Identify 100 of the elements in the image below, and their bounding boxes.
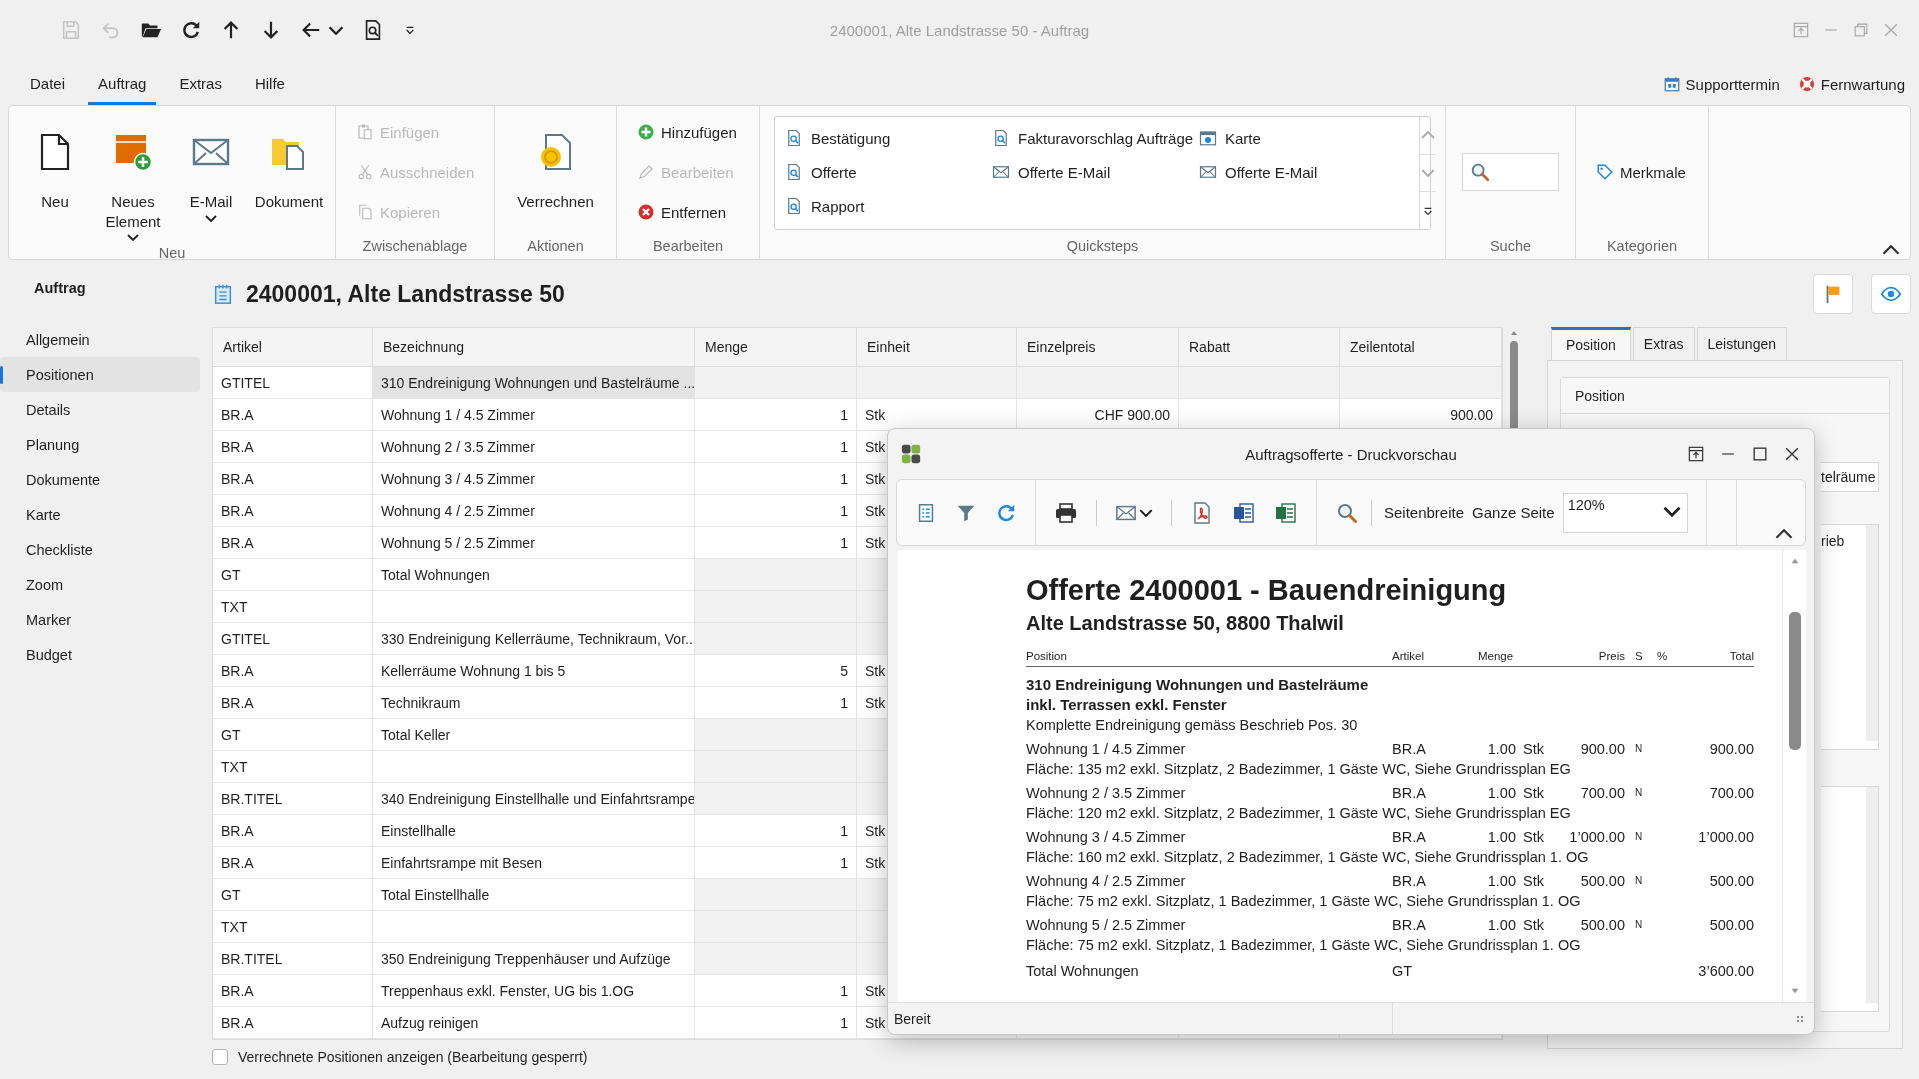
report-column-header: Position bbox=[1026, 650, 1068, 662]
report-cell-text: 900.00 bbox=[1579, 740, 1625, 759]
column-header[interactable]: Bezeichnung bbox=[373, 328, 695, 367]
text-field[interactable]: telräume bbox=[1821, 462, 1879, 492]
menu-tab[interactable]: Datei bbox=[20, 67, 76, 105]
sidebar-item[interactable]: Marker bbox=[0, 602, 200, 637]
new-element-button[interactable]: Neues Element bbox=[95, 128, 171, 245]
table-cell: Wohnung 3 / 4.5 Zimmer bbox=[373, 463, 695, 495]
report-text: Fläche: 160 m2 exkl. Sitzplatz, 2 Badezimmer, 1 Gäste WC, Siehe Grundrissplan 1. OG bbox=[1026, 848, 1590, 867]
sidebar-item[interactable]: Details bbox=[0, 392, 200, 427]
table-cell: Technikraum bbox=[373, 687, 695, 719]
table-cell: 1 bbox=[695, 399, 857, 431]
table-cell: BR.TITEL bbox=[213, 783, 373, 815]
table-cell: TXT bbox=[213, 591, 373, 623]
table-cell: BR.A bbox=[213, 495, 373, 527]
report-text: Fläche: 135 m2 exkl. Sitzplatz, 2 Badezimmer, 1 Gäste WC, Siehe Grundrissplan EG bbox=[1026, 760, 1572, 779]
support-appointment-link[interactable]: Supporttermin bbox=[1662, 75, 1780, 93]
sidebar-item[interactable]: Zoom bbox=[0, 567, 200, 602]
page-search-icon bbox=[992, 129, 1010, 147]
scrollbar-thumb[interactable] bbox=[1788, 612, 1801, 750]
table-cell: BR.A bbox=[213, 399, 373, 431]
dialog-title: Auftragsofferte - Druckvorschau bbox=[1245, 445, 1457, 463]
report-cell-text: 1.00 bbox=[1486, 784, 1516, 803]
column-header[interactable]: Rabatt bbox=[1179, 328, 1340, 367]
column-header[interactable]: Zeilentotal bbox=[1340, 328, 1502, 367]
report-cell-text: 3’600.00 bbox=[1697, 962, 1754, 981]
word-icon[interactable] bbox=[1232, 500, 1256, 525]
sidebar-item[interactable]: Positionen bbox=[0, 357, 200, 392]
add-button[interactable]: Hinzufügen bbox=[637, 116, 739, 148]
pencil-icon bbox=[637, 163, 655, 181]
report-cell-text: Wohnung 3 / 4.5 Zimmer bbox=[1026, 828, 1187, 847]
table-cell: 350 Endreinigung Treppenhäuser und Aufzüge bbox=[373, 943, 695, 975]
remove-button[interactable]: Entfernen bbox=[637, 196, 739, 228]
table-cell: Wohnung 1 / 4.5 Zimmer bbox=[373, 399, 695, 431]
table-cell: Einstellhalle bbox=[373, 815, 695, 847]
quickstep-item[interactable]: Rapport bbox=[785, 189, 992, 223]
zoom-button[interactable]: Ganze Seite bbox=[1472, 504, 1555, 521]
sidebar-item[interactable]: Checkliste bbox=[0, 532, 200, 567]
tag-icon bbox=[1596, 163, 1614, 181]
text-area[interactable]: rieb bbox=[1821, 524, 1879, 750]
report-cell-text: 500.00 bbox=[1579, 916, 1625, 935]
sidebar-item[interactable]: Dokumente bbox=[0, 462, 200, 497]
search-field[interactable] bbox=[1462, 153, 1559, 191]
restore-to-tray-icon[interactable] bbox=[1686, 444, 1706, 464]
report-text: Fläche: 75 m2 exkl. Sitzplatz, 1 Badezimmer, 1 Gäste WC, Siehe Grundrissplan 1. OG bbox=[1026, 892, 1582, 911]
panel-tab[interactable]: Position bbox=[1551, 327, 1631, 360]
caret-icon bbox=[1662, 505, 1681, 517]
report-cell-text: N bbox=[1634, 874, 1644, 888]
sidebar-item[interactable]: Planung bbox=[0, 427, 200, 462]
column-header[interactable]: Einheit bbox=[857, 328, 1017, 367]
caret-icon[interactable] bbox=[1139, 508, 1153, 517]
status-text: Bereit bbox=[888, 1003, 1393, 1034]
table-cell: TXT bbox=[213, 911, 373, 943]
column-header[interactable]: Artikel bbox=[213, 328, 373, 367]
checkbox[interactable] bbox=[212, 1049, 228, 1065]
email-button[interactable]: E-Mail bbox=[173, 128, 249, 226]
caret-icon[interactable] bbox=[1775, 529, 1793, 539]
sidebar-item[interactable]: Allgemein bbox=[0, 322, 200, 357]
report-cell-text: 1’000.00 bbox=[1568, 828, 1625, 847]
table-cell: Total Einstellhalle bbox=[373, 879, 695, 911]
refresh-icon[interactable] bbox=[180, 19, 202, 41]
report-cell-text: 1’000.00 bbox=[1697, 828, 1754, 847]
invoice-button[interactable]: Verrechnen bbox=[505, 128, 606, 216]
printer-icon[interactable] bbox=[1054, 500, 1078, 525]
excel-icon[interactable] bbox=[1274, 500, 1298, 525]
menu-tab[interactable]: Hilfe bbox=[244, 67, 295, 105]
column-header[interactable]: Einzelpreis bbox=[1017, 328, 1179, 367]
report-cell-text: BR.A bbox=[1392, 740, 1427, 759]
document-title: 2400001, Alte Landstrasse 50 bbox=[245, 280, 566, 308]
table-cell: BR.A bbox=[213, 431, 373, 463]
copy-icon bbox=[356, 203, 374, 221]
new-button[interactable]: Neu bbox=[17, 128, 93, 216]
view-button[interactable] bbox=[1871, 274, 1911, 314]
report-column-header: Preis bbox=[1597, 650, 1625, 662]
table-cell: GT bbox=[213, 559, 373, 591]
zoom-button[interactable]: Seitenbreite bbox=[1384, 504, 1465, 521]
caret-icon[interactable] bbox=[1882, 245, 1900, 255]
quickstep-item[interactable]: Fakturavorschlag Aufträge bbox=[992, 121, 1199, 155]
scrollbar-thumb[interactable] bbox=[1510, 341, 1518, 431]
tags-button[interactable]: Merkmale bbox=[1596, 156, 1688, 188]
sidebar-item[interactable]: Budget bbox=[0, 637, 200, 672]
sidebar-item[interactable]: Karte bbox=[0, 497, 200, 532]
quickstep-item[interactable]: Offerte E-Mail bbox=[992, 155, 1199, 189]
menu-tab[interactable]: Extras bbox=[169, 67, 232, 105]
report-cell-text: Wohnung 4 / 2.5 Zimmer bbox=[1026, 872, 1187, 891]
report-cell-text: 900.00 bbox=[1708, 740, 1754, 759]
zoom-dropdown[interactable]: 120% bbox=[1562, 492, 1688, 533]
table-cell: 1 bbox=[695, 975, 857, 1007]
document-button[interactable]: Dokument bbox=[251, 128, 327, 216]
panel-tab[interactable]: Leistungen bbox=[1696, 327, 1787, 360]
quickstep-item[interactable]: Offerte E-Mail bbox=[1199, 155, 1409, 189]
quickstep-item[interactable]: Karte bbox=[1199, 121, 1409, 155]
panel-tab[interactable]: Extras bbox=[1632, 327, 1695, 360]
caret-icon[interactable] bbox=[328, 25, 344, 35]
quickstep-item[interactable]: Offerte bbox=[785, 155, 992, 189]
quickstep-item[interactable]: Bestätigung bbox=[785, 121, 992, 155]
column-header[interactable]: Menge bbox=[695, 328, 857, 367]
report-cell-text: 1.00 bbox=[1486, 872, 1516, 891]
remote-support-link[interactable]: Fernwartung bbox=[1797, 75, 1905, 93]
group-label: Aktionen bbox=[526, 238, 585, 256]
